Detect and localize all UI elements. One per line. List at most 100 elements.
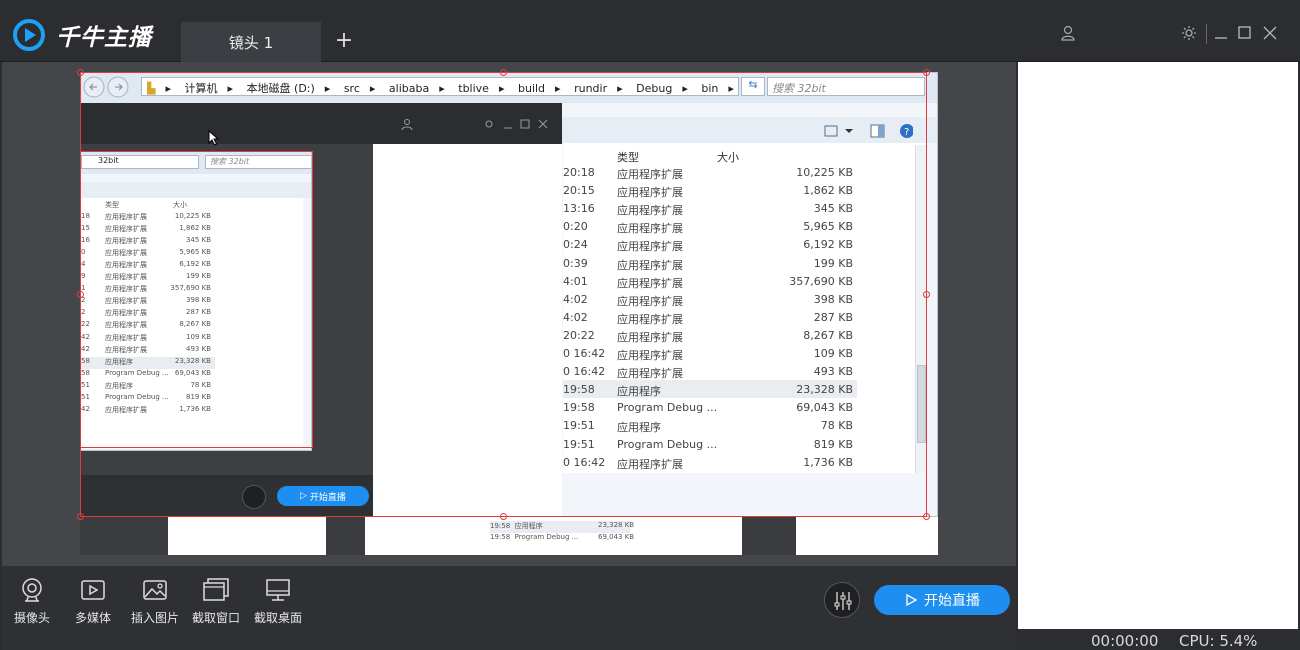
file-type: 应用程序扩展 [617, 204, 683, 218]
resize-handle-l[interactable] [77, 291, 84, 298]
file-row[interactable]: 20:15 应用程序扩展 1,862 KB [563, 181, 857, 199]
file-row[interactable]: 19:58 应用程序 23,328 KB [563, 380, 857, 399]
file-row[interactable]: 19:51 应用程序 78 KB [563, 416, 857, 434]
nested-file-row: 18 应用程序扩展 10,225 KB [81, 212, 211, 221]
image-icon [143, 580, 167, 600]
camera-label: 摄像头 [13, 611, 50, 625]
nested-explorer-window: 32bit 搜索 32bit 类型 大小 18 应用程序扩展 10,225 KB 15… [80, 151, 312, 451]
file-size: 199 KB [813, 256, 853, 270]
file-time: 0:39 [563, 256, 588, 270]
gear-icon[interactable] [1180, 24, 1198, 42]
file-time: 4:01 [563, 274, 588, 288]
add-tab-button[interactable]: + [333, 28, 355, 54]
camera-icon [22, 578, 42, 602]
file-type: 应用程序扩展 [617, 457, 683, 471]
file-row[interactable]: 20:22 应用程序扩展 8,267 KB [563, 326, 857, 344]
maximize-icon[interactable] [1236, 24, 1254, 42]
file-time: 19:58 [563, 383, 595, 397]
file-type: 应用程序扩展 [617, 168, 683, 181]
start-live-button[interactable]: 开始直播 [874, 585, 1010, 615]
file-time: 0 16:42 [563, 365, 606, 379]
nested-file-row: 0 应用程序扩展 5,965 KB [81, 248, 211, 258]
resize-handle-tl[interactable] [77, 69, 84, 76]
file-time: 0 16:42 [563, 347, 606, 360]
minimize-icon[interactable] [1212, 24, 1230, 42]
lower-thumb-1 [168, 517, 326, 555]
nested-file-row: 16 应用程序扩展 345 KB [81, 236, 211, 246]
capture-desktop-button[interactable]: 截取桌面 [248, 577, 308, 626]
explorer-search-input[interactable]: 搜索 32bit [767, 77, 925, 96]
nested-file-list: 类型 大小 18 应用程序扩展 10,225 KB 15 应用程序扩展 1,862 KB 1… [81, 198, 303, 448]
explorer-address-bar[interactable]: ▙ ▸ 计算机 ▸ 本地磁盘 (D:) ▸ src ▸ alibaba ▸ tblive ▸… [141, 77, 739, 96]
nested-file-row: 9 应用程序扩展 199 KB [81, 272, 211, 282]
file-time: 19:51 [563, 419, 595, 433]
file-type: 应用程序 [617, 421, 661, 435]
file-time: 20:22 [563, 328, 595, 342]
file-type: Program Debug ... [617, 437, 718, 451]
file-row[interactable]: 0 16:42 应用程序扩展 1,736 KB [563, 453, 857, 471]
captured-mixer-icon [242, 485, 266, 509]
resize-handle-b[interactable] [500, 513, 507, 520]
captured-bottombar: ▷ 开始直播 [80, 475, 373, 516]
file-time: 0:20 [563, 220, 588, 234]
file-size: 398 KB [813, 292, 853, 306]
view-icons[interactable]: ? [823, 123, 913, 139]
close-icon[interactable] [1261, 24, 1279, 42]
scroll-thumb[interactable] [917, 365, 926, 443]
nested-file-row: 42 应用程序扩展 109 KB [81, 332, 211, 342]
captured-user-icon [401, 119, 413, 131]
capture-window-button[interactable]: 截取窗口 [186, 577, 246, 626]
file-type: 应用程序扩展 [617, 312, 683, 326]
file-row[interactable]: 0:39 应用程序扩展 199 KB [563, 254, 857, 272]
file-row[interactable]: 0:24 应用程序扩展 6,192 KB [563, 235, 857, 253]
file-size: 1,736 KB [803, 455, 853, 469]
file-type: Program Debug ... [617, 401, 718, 415]
file-row[interactable]: 13:16 应用程序扩展 345 KB [563, 199, 857, 217]
multimedia-button[interactable]: 多媒体 [63, 577, 123, 626]
user-icon[interactable] [1059, 24, 1077, 42]
mixer-sliders-icon [834, 592, 852, 610]
refresh-icon[interactable]: ⇆ [741, 77, 765, 96]
file-row[interactable]: 20:18 应用程序扩展 10,225 KB [563, 163, 857, 181]
camera-button[interactable]: 摄像头 [2, 577, 62, 626]
file-size: 819 KB [813, 437, 853, 451]
app-logo-icon [13, 19, 45, 51]
file-row[interactable]: 19:51 Program Debug ... 819 KB [563, 435, 857, 453]
file-row[interactable]: 4:02 应用程序扩展 287 KB [563, 308, 857, 326]
file-type: 应用程序扩展 [617, 240, 683, 254]
file-time: 0:24 [563, 238, 588, 252]
file-row[interactable]: 0:20 应用程序扩展 5,965 KB [563, 217, 857, 235]
file-row[interactable]: 4:02 应用程序扩展 398 KB [563, 290, 857, 308]
multimedia-label: 多媒体 [74, 611, 111, 625]
preview-lower-strip: 19:58 应用程序 23,328 KB 19:58 Program Debug… [80, 517, 938, 555]
file-size: 8,267 KB [803, 328, 853, 342]
lower-row: 19:58 应用程序 23,328 KB [490, 521, 634, 533]
file-row[interactable]: 0 16:42 应用程序扩展 109 KB [563, 344, 857, 362]
resize-handle-bl[interactable] [77, 513, 84, 520]
resize-handle-t[interactable] [500, 69, 507, 76]
back-forward-icon[interactable] [83, 75, 129, 99]
live-timer: 00:00:00 [1091, 632, 1159, 650]
lower-row: 19:58 Program Debug ... 69,043 KB [490, 533, 635, 541]
resize-handle-br[interactable] [923, 513, 930, 520]
file-time: 0 16:42 [563, 455, 606, 469]
file-size: 345 KB [813, 202, 853, 216]
insert-image-label: 插入图片 [130, 611, 179, 625]
preview-canvas[interactable]: ▙ ▸ 计算机 ▸ 本地磁盘 (D:) ▸ src ▸ alibaba ▸ tblive ▸… [80, 72, 938, 555]
file-size: 78 KB [820, 419, 853, 433]
nested-address: 32bit [81, 155, 199, 169]
resize-handle-r[interactable] [923, 291, 930, 298]
file-size: 1,862 KB [803, 184, 853, 198]
nested-file-row: 2 应用程序扩展 287 KB [81, 308, 211, 318]
file-type: 应用程序扩展 [617, 222, 683, 236]
audio-mixer-button[interactable] [824, 582, 860, 618]
resize-handle-tr[interactable] [923, 69, 930, 76]
explorer-scrollbar[interactable] [915, 145, 927, 473]
insert-image-button[interactable]: 插入图片 [125, 577, 185, 626]
nested-file-row: 4 应用程序扩展 6,192 KB [81, 260, 211, 270]
file-row[interactable]: 0 16:42 应用程序扩展 493 KB [563, 362, 857, 380]
file-row[interactable]: 19:58 Program Debug ... 69,043 KB [563, 398, 857, 416]
tab-scene-1[interactable]: 镜头 1 [181, 22, 321, 62]
file-size: 493 KB [813, 365, 853, 379]
file-row[interactable]: 4:01 应用程序扩展 357,690 KB [563, 272, 857, 290]
